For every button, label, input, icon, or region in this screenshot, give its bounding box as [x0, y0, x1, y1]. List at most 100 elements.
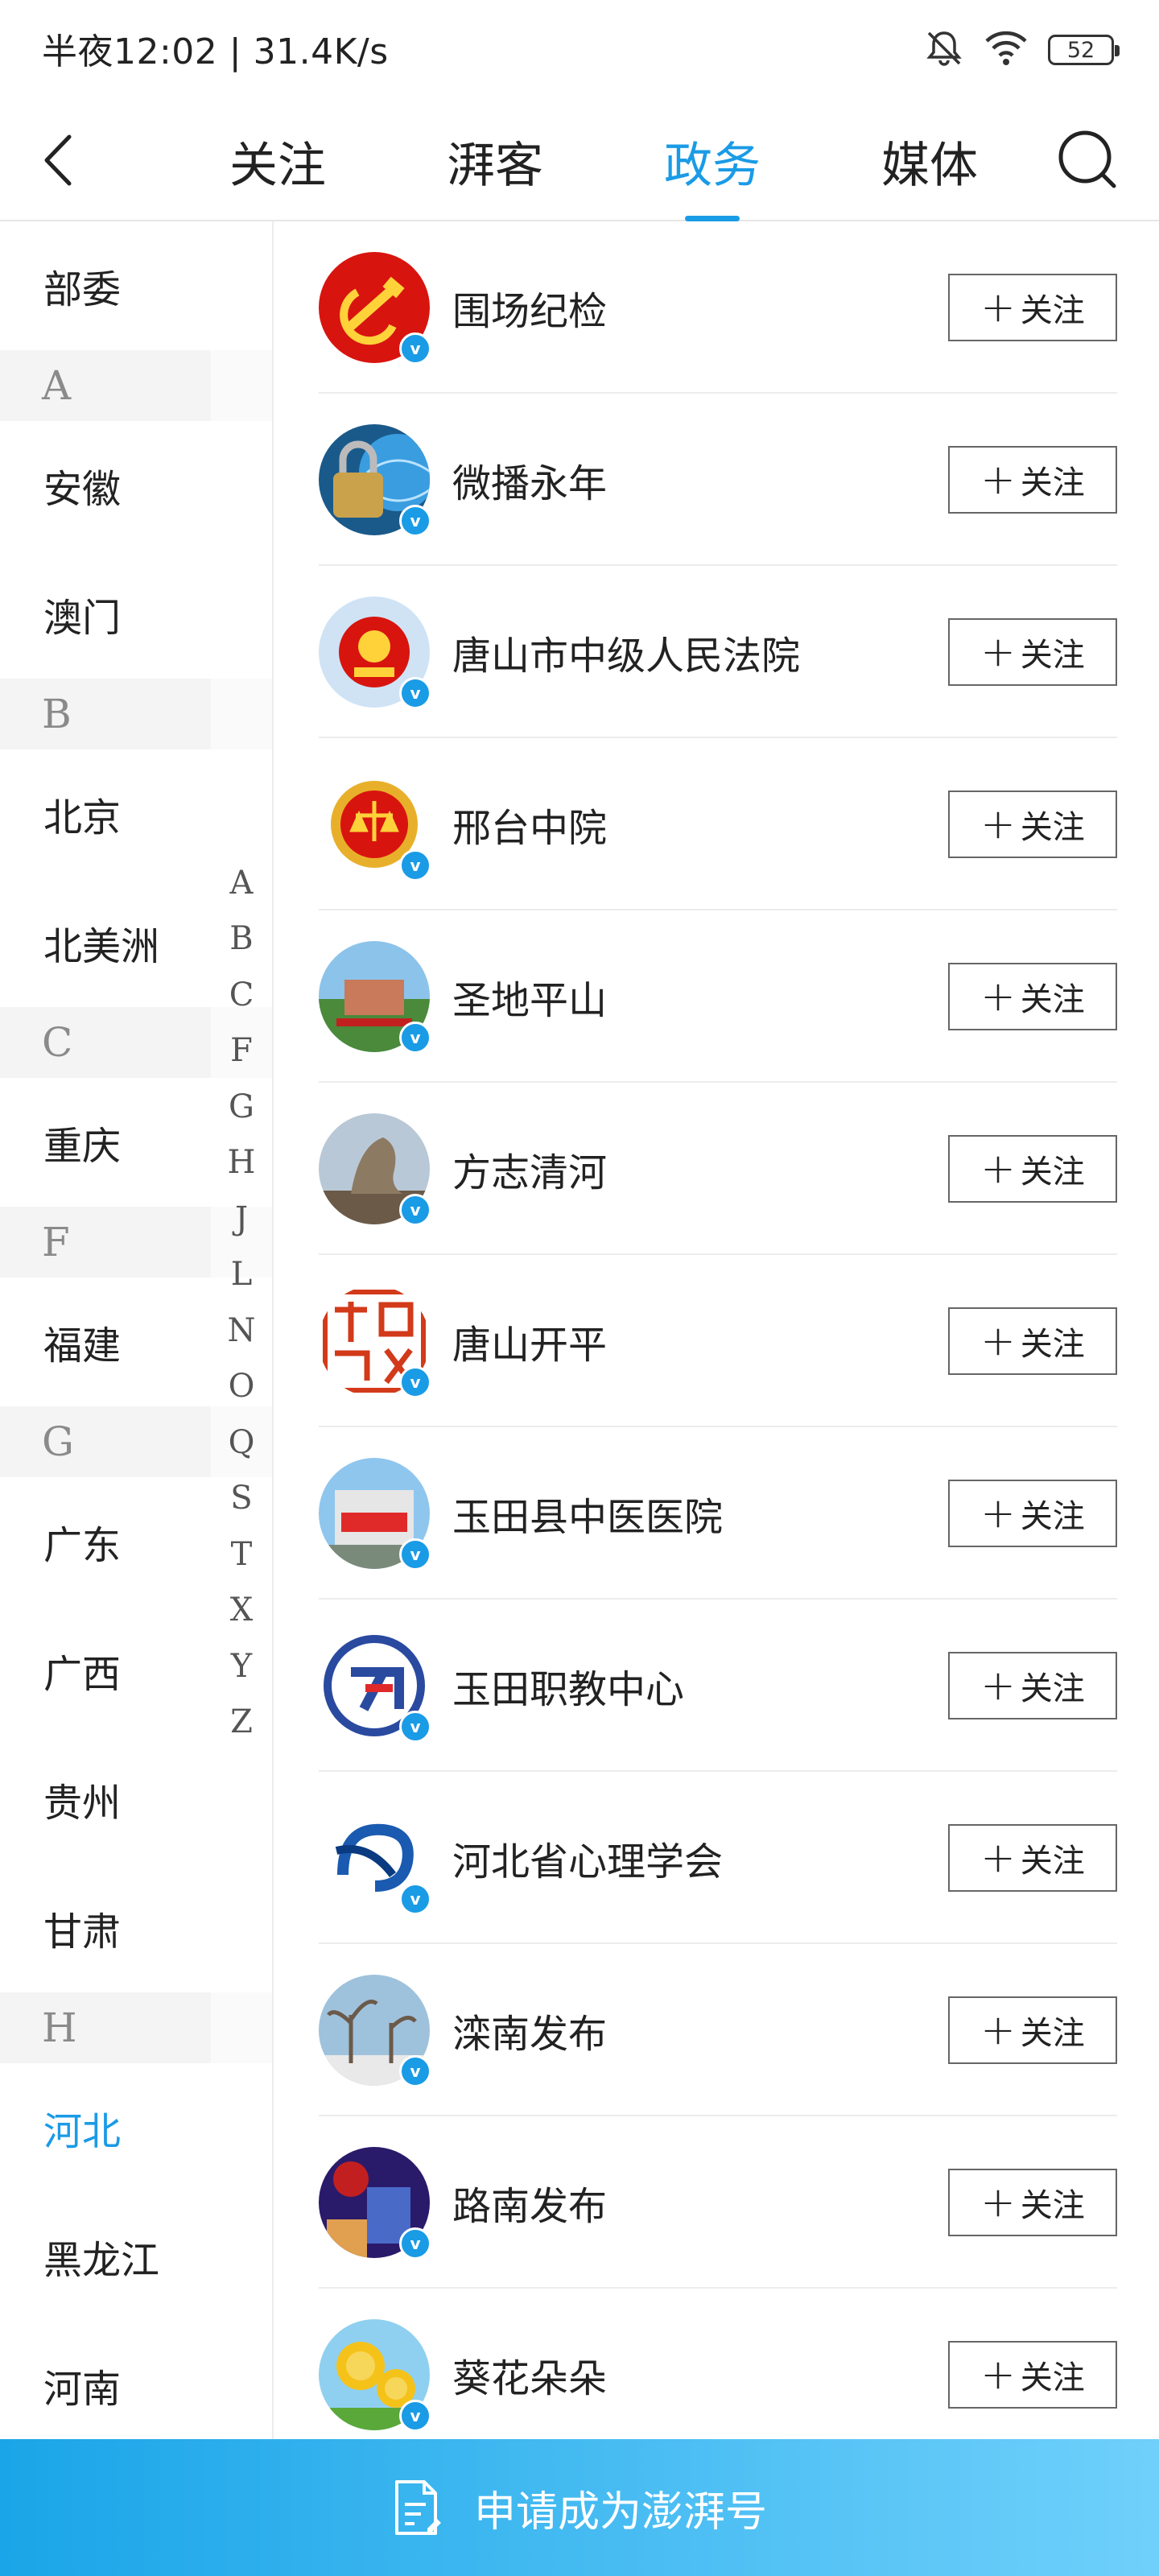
plus-icon: +	[980, 1489, 1016, 1538]
plus-icon: +	[980, 1662, 1016, 1710]
account-name[interactable]: 圣地平山	[452, 910, 607, 1083]
follow-label: 关注	[1020, 1326, 1085, 1363]
alphabet-index-letter[interactable]: O	[222, 1359, 261, 1415]
account-name[interactable]: 路南发布	[452, 2116, 607, 2289]
tab-government[interactable]: 政务	[604, 101, 821, 221]
follow-button[interactable]: + 关注	[948, 1135, 1117, 1203]
alphabet-index-letter[interactable]: J	[222, 1191, 261, 1247]
plus-icon: +	[980, 972, 1016, 1021]
sidebar-item-ministries[interactable]: 部委	[0, 221, 272, 350]
account-name[interactable]: 玉田职教中心	[452, 1600, 684, 1772]
account-name[interactable]: 葵花朵朵	[452, 2289, 607, 2461]
sidebar-item-henan[interactable]: 河南	[0, 2321, 272, 2439]
account-name[interactable]: 唐山开平	[452, 1255, 607, 1427]
follow-label: 关注	[1020, 637, 1085, 674]
verified-badge-icon: v	[399, 2227, 431, 2260]
mute-bell-icon	[924, 28, 964, 72]
account-list: v 围场纪检 + 关注 v 微播永年 + 关注 v 唐山市中级人民法院 + 关注 v 邢台中院 + 关注 v 圣地…	[319, 221, 1117, 2461]
alphabet-index-letter[interactable]: X	[222, 1583, 261, 1639]
alphabet-index[interactable]: ABCFGHJLNOQSTXYZ	[222, 855, 261, 1750]
verified-badge-icon: v	[399, 1194, 431, 1226]
follow-label: 关注	[1020, 1498, 1085, 1535]
account-row[interactable]: v 圣地平山 + 关注	[319, 910, 1117, 1083]
account-row[interactable]: v 方志清河 + 关注	[319, 1083, 1117, 1255]
follow-button[interactable]: + 关注	[948, 274, 1117, 341]
account-row[interactable]: v 河北省心理学会 + 关注	[319, 1772, 1117, 1944]
account-row[interactable]: v 围场纪检 + 关注	[319, 221, 1117, 394]
alphabet-index-letter[interactable]: C	[222, 967, 261, 1023]
account-name[interactable]: 玉田县中医医院	[452, 1427, 723, 1600]
follow-button[interactable]: + 关注	[948, 1307, 1117, 1375]
alphabet-index-letter[interactable]: L	[222, 1247, 261, 1303]
alphabet-index-letter[interactable]: B	[222, 911, 261, 968]
sidebar-item-heilongjiang[interactable]: 黑龙江	[0, 2192, 272, 2321]
back-button[interactable]	[34, 130, 82, 194]
alphabet-index-letter[interactable]: H	[222, 1135, 261, 1191]
tab-bar: 关注 湃客 政务 媒体	[169, 101, 1038, 221]
alphabet-index-letter[interactable]: G	[222, 1079, 261, 1135]
apply-account-button[interactable]: 申请成为澎湃号	[0, 2439, 1159, 2576]
status-icons: 52	[924, 24, 1120, 76]
sidebar-section-header: H	[0, 1992, 272, 2063]
follow-label: 关注	[1020, 1154, 1085, 1191]
follow-label: 关注	[1020, 981, 1085, 1018]
alphabet-index-letter[interactable]: S	[222, 1471, 261, 1527]
alphabet-index-letter[interactable]: A	[222, 855, 261, 911]
sidebar-item-gansu[interactable]: 甘肃	[0, 1864, 272, 1992]
tab-follow[interactable]: 关注	[169, 101, 386, 221]
sidebar-item-anhui[interactable]: 安徽	[0, 421, 272, 550]
follow-button[interactable]: + 关注	[948, 446, 1117, 514]
verified-badge-icon: v	[399, 2055, 431, 2087]
account-row[interactable]: v 玉田县中医医院 + 关注	[319, 1427, 1117, 1600]
follow-label: 关注	[1020, 1670, 1085, 1707]
tab-paike[interactable]: 湃客	[386, 101, 604, 221]
sidebar-item-guizhou[interactable]: 贵州	[0, 1735, 272, 1864]
follow-button[interactable]: + 关注	[948, 1996, 1117, 2064]
alphabet-index-letter[interactable]: T	[222, 1526, 261, 1583]
plus-icon: +	[980, 283, 1016, 332]
follow-button[interactable]: + 关注	[948, 963, 1117, 1030]
account-row[interactable]: v 唐山开平 + 关注	[319, 1255, 1117, 1427]
account-row[interactable]: v 玉田职教中心 + 关注	[319, 1600, 1117, 1772]
account-name[interactable]: 邢台中院	[452, 738, 607, 910]
account-name[interactable]: 河北省心理学会	[452, 1772, 723, 1944]
follow-button[interactable]: + 关注	[948, 791, 1117, 858]
account-row[interactable]: v 葵花朵朵 + 关注	[319, 2289, 1117, 2461]
verified-badge-icon: v	[399, 1366, 431, 1398]
alphabet-index-letter[interactable]: N	[222, 1302, 261, 1359]
plus-icon: +	[980, 2006, 1016, 2054]
alphabet-index-letter[interactable]: Z	[222, 1695, 261, 1751]
account-row[interactable]: v 滦南发布 + 关注	[319, 1944, 1117, 2116]
wifi-icon	[984, 28, 1029, 72]
account-name[interactable]: 方志清河	[452, 1083, 607, 1255]
status-bar: 半夜12:02 | 31.4K/s 52	[0, 0, 1159, 101]
verified-badge-icon: v	[399, 332, 431, 365]
follow-label: 关注	[1020, 1843, 1085, 1880]
account-name[interactable]: 唐山市中级人民法院	[452, 566, 800, 738]
follow-button[interactable]: + 关注	[948, 2169, 1117, 2236]
tab-media[interactable]: 媒体	[821, 101, 1038, 221]
follow-label: 关注	[1020, 2015, 1085, 2052]
plus-icon: +	[980, 628, 1016, 676]
account-row[interactable]: v 路南发布 + 关注	[319, 2116, 1117, 2289]
follow-button[interactable]: + 关注	[948, 1824, 1117, 1892]
verified-badge-icon: v	[399, 1711, 431, 1743]
account-name[interactable]: 围场纪检	[452, 221, 607, 394]
search-button[interactable]	[1050, 123, 1127, 200]
follow-button[interactable]: + 关注	[948, 1652, 1117, 1719]
follow-button[interactable]: + 关注	[948, 1480, 1117, 1547]
account-name[interactable]: 微播永年	[452, 394, 607, 566]
alphabet-index-letter[interactable]: F	[222, 1023, 261, 1080]
sidebar-item-hebei[interactable]: 河北	[0, 2063, 272, 2192]
verified-badge-icon: v	[399, 505, 431, 537]
sidebar-item-macau[interactable]: 澳门	[0, 550, 272, 679]
account-row[interactable]: v 唐山市中级人民法院 + 关注	[319, 566, 1117, 738]
account-name[interactable]: 滦南发布	[452, 1944, 607, 2116]
account-row[interactable]: v 邢台中院 + 关注	[319, 738, 1117, 910]
alphabet-index-letter[interactable]: Y	[222, 1638, 261, 1695]
follow-button[interactable]: + 关注	[948, 618, 1117, 686]
account-row[interactable]: v 微播永年 + 关注	[319, 394, 1117, 566]
alphabet-index-letter[interactable]: Q	[222, 1414, 261, 1471]
verified-badge-icon: v	[399, 677, 431, 709]
follow-button[interactable]: + 关注	[948, 2341, 1117, 2409]
